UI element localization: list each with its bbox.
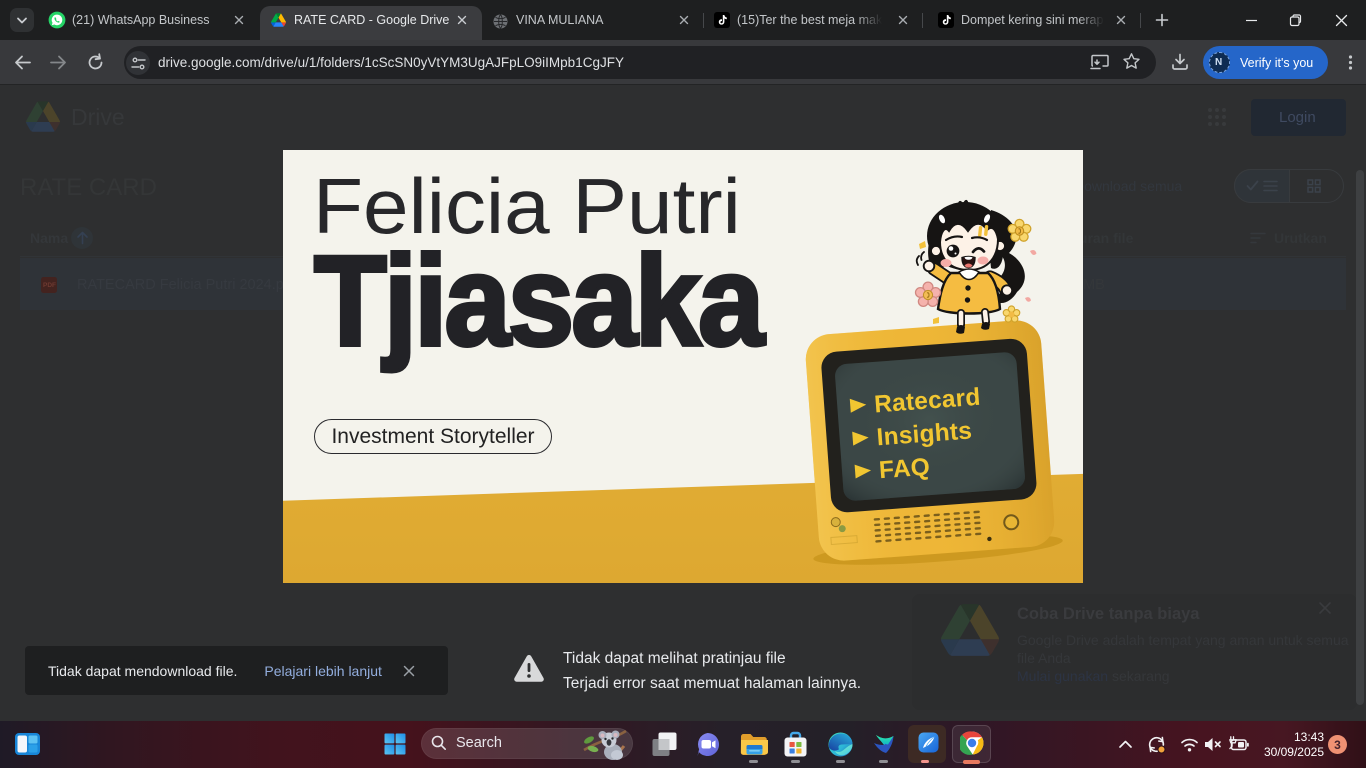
- svg-text:FAQ: FAQ: [878, 454, 931, 485]
